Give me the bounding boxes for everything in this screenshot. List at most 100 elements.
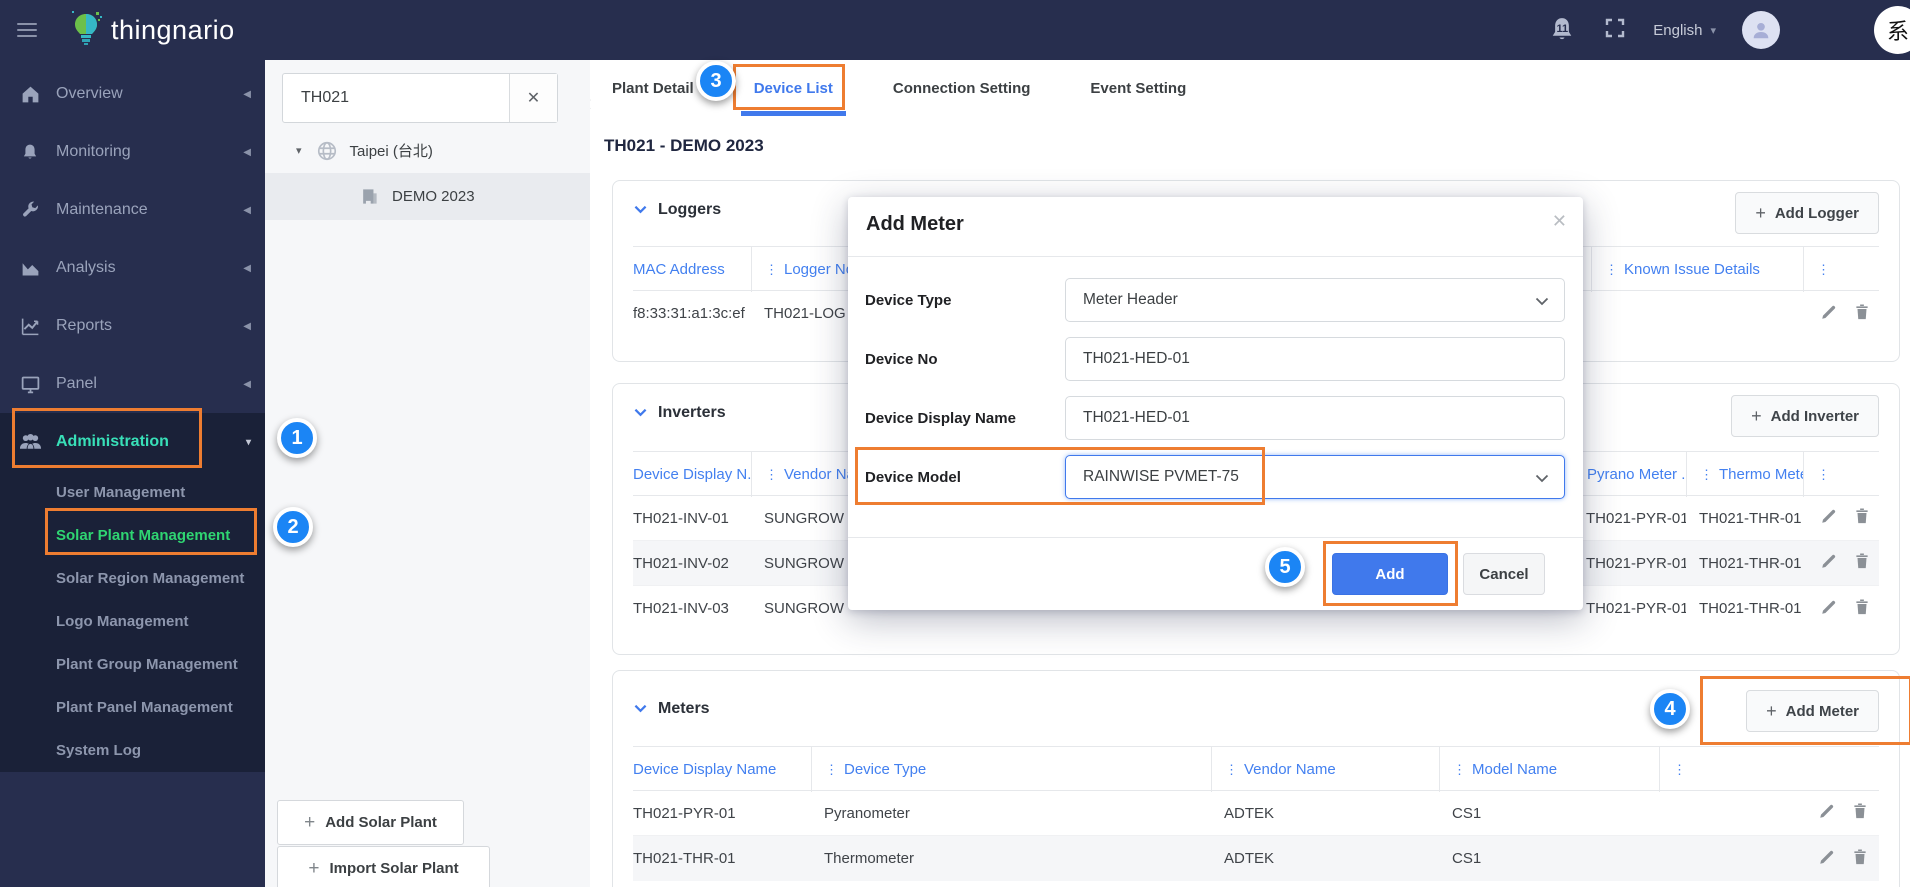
sidebar-item-label: Overview [56,85,123,102]
device-no-input[interactable]: TH021-HED-01 [1065,337,1565,381]
cell-vendor-name: ADTEK [1224,850,1275,867]
sidebar-subitem-logo-management[interactable]: Logo Management [56,600,265,643]
home-icon [18,84,42,105]
select-value: Meter Header [1083,291,1178,308]
tree-expand-caret-icon[interactable]: ▾ [296,144,302,157]
edit-pencil-icon[interactable] [1820,507,1838,529]
notifications-bell-icon[interactable]: 11 [1547,15,1577,45]
sidebar-item-reports[interactable]: Reports ◀ [0,297,265,355]
subitem-label: Logo Management [56,613,189,630]
bell-icon [18,142,42,163]
delete-trash-icon[interactable] [1853,552,1871,574]
button-label: Add Inverter [1770,407,1859,425]
plus-icon: + [308,857,320,879]
administration-section: Administration ▾ User Management Solar P… [0,413,265,772]
caret-left-icon: ◀ [243,378,251,390]
col-header-mac-address[interactable]: MAC Address [633,247,751,292]
device-display-name-label: Device Display Name [865,409,1016,427]
modal-title: Add Meter [866,213,964,235]
subitem-label: Plant Group Management [56,656,238,673]
plant-label: DEMO 2023 [392,188,475,205]
sidebar-subitem-plant-group-management[interactable]: Plant Group Management [56,643,265,686]
chevron-down-icon [634,700,647,718]
plant-search-input[interactable] [283,74,509,122]
subitem-label: System Log [56,742,142,759]
col-header-actions[interactable]: ⋮ [1803,452,1881,497]
sidebar-item-analysis[interactable]: Analysis ◀ [0,239,265,297]
language-selector[interactable]: English ▾ [1653,22,1716,39]
meter-table-row: TH021-PYR-01 Pyranometer ADTEK CS1 [633,791,1879,836]
caret-left-icon: ◀ [243,146,251,158]
device-model-select[interactable]: RAINWISE PVMET-75 [1065,455,1565,499]
delete-trash-icon[interactable] [1853,598,1871,620]
sidebar-subitem-system-log[interactable]: System Log [56,729,265,772]
col-header-actions[interactable]: ⋮ [1803,247,1881,292]
col-header-actions[interactable]: ⋮ [1659,747,1879,792]
tree-node-region[interactable]: ▾ Taipei (台北) [265,128,590,173]
modal-add-button[interactable]: Add [1332,553,1448,595]
sidebar-subitem-user-management[interactable]: User Management [56,471,265,514]
button-label: Add Logger [1774,204,1859,222]
delete-trash-icon[interactable] [1853,303,1871,325]
sidebar-item-panel[interactable]: Panel ◀ [0,355,265,413]
modal-close-icon[interactable]: ✕ [1552,211,1567,232]
col-header-model-name[interactable]: ⋮ Model Name [1439,747,1659,792]
import-solar-plant-button[interactable]: + Import Solar Plant [277,846,490,887]
sidebar-item-overview[interactable]: Overview ◀ [0,65,265,123]
sidebar-subitem-solar-plant-management[interactable]: Solar Plant Management [56,514,265,557]
device-display-name-input[interactable]: TH021-HED-01 [1065,396,1565,440]
building-icon [360,187,379,206]
edit-pencil-icon[interactable] [1820,598,1838,620]
cell-device-display-name: TH021-INV-03 [633,600,729,617]
edit-pencil-icon[interactable] [1818,802,1836,824]
col-header-known-issue-details[interactable]: ⋮ Known Issue Details [1591,247,1803,292]
chevron-down-icon [634,404,647,422]
col-header-vendor-name[interactable]: ⋮ Vendor Name [1211,747,1439,792]
col-header-pyrano-meter[interactable]: Pyrano Meter ... [1573,452,1686,497]
delete-trash-icon[interactable] [1853,507,1871,529]
cell-device-display-name: TH021-INV-02 [633,554,729,572]
device-type-select[interactable]: Meter Header [1065,278,1565,322]
area-chart-icon [18,258,42,279]
tree-node-plant-selected[interactable]: DEMO 2023 [265,173,590,220]
edit-pencil-icon[interactable] [1818,848,1836,870]
delete-trash-icon[interactable] [1851,848,1869,870]
col-header-thermo-meter[interactable]: ⋮Thermo Mete... [1686,452,1803,497]
meters-section-toggle[interactable]: Meters [634,700,710,718]
plus-icon: + [1766,700,1777,721]
edit-pencil-icon[interactable] [1820,303,1838,325]
modal-cancel-button[interactable]: Cancel [1463,553,1545,595]
sidebar-subitem-plant-panel-management[interactable]: Plant Panel Management [56,686,265,729]
sidebar-item-monitoring[interactable]: Monitoring ◀ [0,123,265,181]
caret-left-icon: ◀ [243,204,251,216]
notification-count-badge: 11 [1556,23,1569,35]
edit-pencil-icon[interactable] [1820,552,1838,574]
col-header-device-type[interactable]: ⋮ Device Type [811,747,1211,792]
chevron-down-icon [1535,470,1549,488]
loggers-section-toggle[interactable]: Loggers [634,201,721,219]
tab-device-list[interactable]: Device List [740,60,847,116]
cell-model-name: CS1 [1452,804,1482,822]
sidebar-item-maintenance[interactable]: Maintenance ◀ [0,181,265,239]
col-header-device-display-name[interactable]: Device Display N... [633,452,751,497]
sidebar-item-administration[interactable]: Administration ▾ [0,413,265,471]
hamburger-menu-icon[interactable] [17,19,37,41]
tab-event-setting[interactable]: Event Setting [1090,60,1186,116]
add-inverter-button[interactable]: + Add Inverter [1731,395,1879,437]
add-solar-plant-button[interactable]: + Add Solar Plant [277,800,464,845]
delete-trash-icon[interactable] [1851,802,1869,824]
user-avatar[interactable] [1742,11,1780,49]
tab-connection-setting[interactable]: Connection Setting [893,60,1031,116]
caret-left-icon: ◀ [243,88,251,100]
cell-device-type: Thermometer [824,850,915,867]
add-meter-button[interactable]: + Add Meter [1746,690,1879,732]
input-value: TH021-HED-01 [1083,350,1190,367]
fullscreen-icon[interactable] [1603,16,1627,45]
inverters-section-toggle[interactable]: Inverters [634,404,726,422]
col-header-device-display-name[interactable]: Device Display Name [633,747,811,792]
tab-plant-detail[interactable]: Plant Detail [612,60,694,116]
add-logger-button[interactable]: + Add Logger [1735,192,1879,234]
search-clear-icon[interactable]: ✕ [509,74,557,122]
sidebar-subitem-solar-region-management[interactable]: Solar Region Management [56,557,265,600]
tab-label: Connection Setting [892,79,1031,97]
